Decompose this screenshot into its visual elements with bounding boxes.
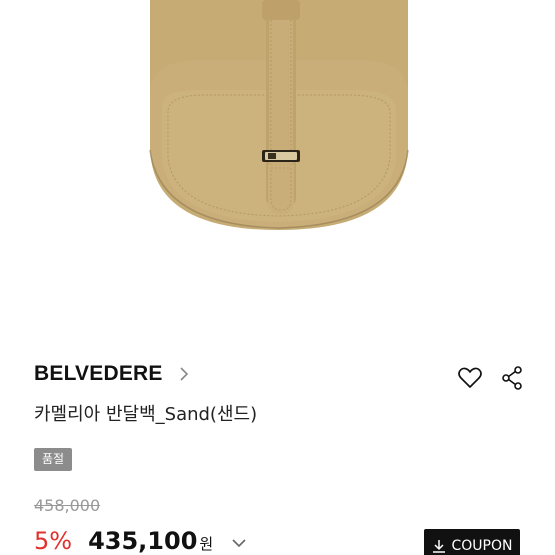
status-badge: 품절 (34, 448, 73, 471)
product-actions (456, 364, 526, 392)
share-icon (502, 366, 522, 390)
chevron-down-icon[interactable] (231, 534, 247, 548)
heart-icon (458, 367, 482, 388)
brand-name: BELVEDERE (34, 362, 163, 385)
price-row: 5% 435,100 원 (34, 527, 247, 555)
original-price: 458,000 (34, 496, 101, 515)
sale-price: 435,100 (88, 527, 198, 555)
bag-illustration (149, 0, 409, 230)
coupon-button[interactable]: COUPON (424, 529, 520, 555)
chevron-right-icon (177, 366, 191, 382)
product-title: 카멜리아 반달백_Sand(샌드) (34, 404, 258, 425)
download-icon (432, 540, 445, 553)
currency-label: 원 (199, 535, 214, 553)
brand-link[interactable]: BELVEDERE (34, 362, 191, 386)
coupon-label: COUPON (451, 538, 513, 554)
product-image[interactable] (0, 0, 555, 345)
wishlist-button[interactable] (456, 364, 484, 392)
discount-rate: 5% (34, 527, 73, 555)
share-button[interactable] (498, 364, 526, 392)
